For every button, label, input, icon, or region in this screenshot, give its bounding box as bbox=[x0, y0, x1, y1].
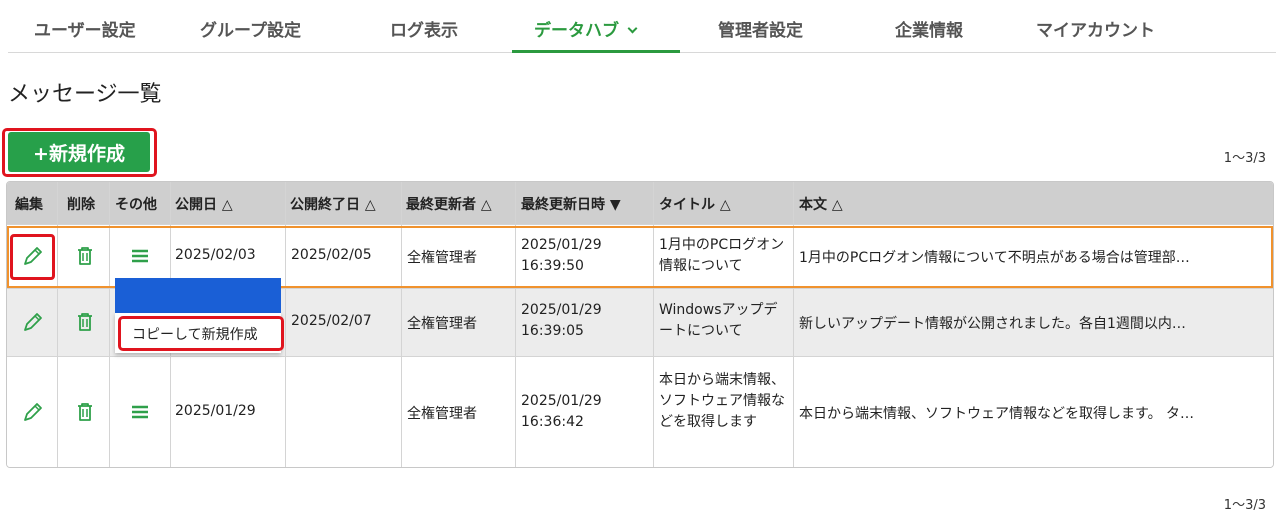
header-updated-by[interactable]: 最終更新者 △ bbox=[406, 194, 492, 214]
nav-tab-group-settings[interactable]: グループ設定 bbox=[200, 16, 301, 41]
cell-title: Windowsアップデートについて bbox=[659, 302, 778, 339]
cell-updated-datetime: 2025/01/29 16:39:50 bbox=[521, 235, 602, 277]
nav-tab-data-hub[interactable]: データハブ bbox=[534, 16, 638, 41]
column-divider bbox=[515, 182, 516, 467]
cell-updated-by: 全権管理者 bbox=[407, 406, 477, 422]
cell-updated-time: 16:39:50 bbox=[521, 258, 584, 274]
nav-tab-data-hub-label: データハブ bbox=[534, 21, 619, 41]
pencil-icon[interactable] bbox=[21, 400, 45, 424]
cell-updated-by: 全権管理者 bbox=[407, 316, 477, 332]
trash-icon[interactable] bbox=[73, 310, 97, 334]
header-publish-end[interactable]: 公開終了日 △ bbox=[290, 194, 376, 214]
column-divider bbox=[401, 182, 402, 467]
copy-and-create-menu-item[interactable]: コピーして新規作成 bbox=[132, 324, 258, 344]
cell-body: 本日から端末情報、ソフトウェア情報などを取得します。 タ… bbox=[799, 406, 1195, 422]
header-edit: 編集 bbox=[15, 197, 43, 213]
new-create-button[interactable]: +新規作成 bbox=[8, 132, 150, 172]
nav-tab-company-info[interactable]: 企業情報 bbox=[895, 16, 963, 41]
column-divider bbox=[653, 182, 654, 467]
cell-publish-end: 2025/02/07 bbox=[291, 313, 372, 329]
cell-body: 1月中のPCログオン情報について不明点がある場合は管理部… bbox=[799, 250, 1190, 266]
cell-title: 本日から端末情報、ソフトウェア情報などを取得します bbox=[659, 372, 785, 430]
context-menu-header bbox=[115, 278, 281, 313]
column-divider bbox=[109, 182, 110, 467]
top-nav: ユーザー設定 グループ設定 ログ表示 データハブ 管理者設定 企業情報 マイアカ… bbox=[0, 0, 1280, 54]
pager-top: 1～3/3 bbox=[1223, 151, 1266, 166]
cell-updated-date: 2025/01/29 bbox=[521, 237, 602, 253]
cell-updated-date: 2025/01/29 bbox=[521, 393, 602, 409]
header-body[interactable]: 本文 △ bbox=[799, 194, 843, 214]
nav-tab-log-view[interactable]: ログ表示 bbox=[390, 16, 458, 41]
header-delete: 削除 bbox=[67, 197, 95, 213]
hamburger-menu-icon[interactable] bbox=[128, 400, 152, 424]
cell-updated-time: 16:39:05 bbox=[521, 323, 584, 339]
chevron-down-icon bbox=[627, 23, 638, 34]
hamburger-menu-icon[interactable] bbox=[128, 244, 152, 268]
header-other: その他 bbox=[115, 197, 157, 213]
cell-updated-by: 全権管理者 bbox=[407, 250, 477, 266]
cell-title: 1月中のPCログオン情報について bbox=[659, 237, 785, 274]
cell-updated-datetime: 2025/01/29 16:36:42 bbox=[521, 391, 602, 433]
cell-publish-date: 2025/01/29 bbox=[175, 403, 256, 419]
pager-bottom: 1～3/3 bbox=[1223, 498, 1266, 513]
cell-publish-date: 2025/02/03 bbox=[175, 247, 256, 263]
trash-icon[interactable] bbox=[73, 400, 97, 424]
nav-tab-my-account[interactable]: マイアカウント bbox=[1036, 16, 1155, 41]
pencil-icon[interactable] bbox=[21, 310, 45, 334]
cell-updated-datetime: 2025/01/29 16:39:05 bbox=[521, 300, 602, 342]
cell-publish-end: 2025/02/05 bbox=[291, 247, 372, 263]
cell-updated-date: 2025/01/29 bbox=[521, 302, 602, 318]
header-updated-datetime[interactable]: 最終更新日時 ▼ bbox=[521, 194, 621, 214]
nav-active-indicator bbox=[512, 50, 680, 53]
pencil-icon[interactable] bbox=[21, 244, 45, 268]
cell-updated-time: 16:36:42 bbox=[521, 414, 584, 430]
header-title[interactable]: タイトル △ bbox=[659, 194, 731, 214]
page-title: メッセージ一覧 bbox=[8, 82, 162, 107]
header-publish-date[interactable]: 公開日 △ bbox=[175, 194, 233, 214]
column-divider bbox=[57, 182, 58, 467]
nav-tab-admin-settings[interactable]: 管理者設定 bbox=[718, 16, 803, 41]
cell-body: 新しいアップデート情報が公開されました。各自1週間以内… bbox=[799, 316, 1186, 332]
column-divider bbox=[793, 182, 794, 467]
trash-icon[interactable] bbox=[73, 244, 97, 268]
column-divider bbox=[285, 182, 286, 467]
nav-tab-user-settings[interactable]: ユーザー設定 bbox=[34, 16, 136, 41]
